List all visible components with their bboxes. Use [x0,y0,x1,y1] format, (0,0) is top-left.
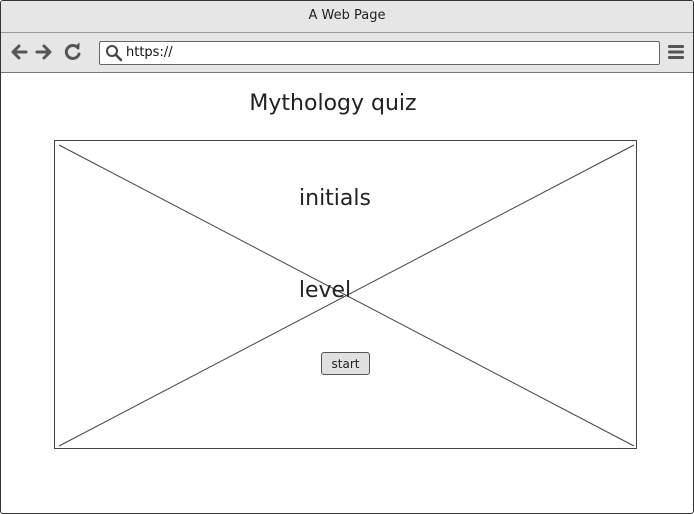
search-icon [106,45,123,62]
start-button[interactable]: start [321,352,370,375]
address-bar[interactable]: https:// [99,41,660,65]
level-label: level [298,278,352,303]
browser-window: A Web Page https:// Mythology quiz initi… [0,0,694,514]
hamburger-menu-icon[interactable] [667,43,685,61]
reload-icon[interactable] [63,42,83,62]
arrow-right-icon[interactable] [34,42,54,62]
page-title: Mythology quiz [249,91,417,116]
initials-label: initials [299,186,371,211]
url-text: https:// [126,45,173,60]
browser-toolbar: https:// [1,33,693,73]
arrow-left-icon[interactable] [9,42,29,62]
window-title: A Web Page [1,1,693,33]
image-placeholder: initials level start [54,140,637,449]
